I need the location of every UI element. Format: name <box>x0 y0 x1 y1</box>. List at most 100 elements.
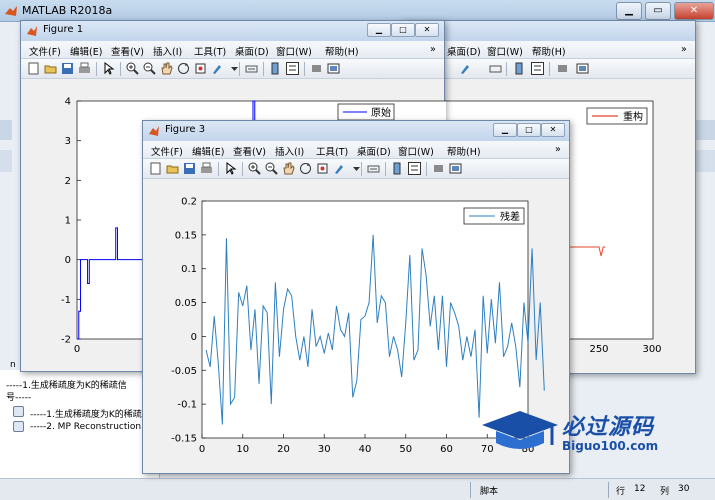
legend-toggle-icon[interactable] <box>408 162 421 175</box>
y-tick-label: 0 <box>191 332 197 343</box>
close-button[interactable]: ✕ <box>415 23 439 37</box>
maximize-button[interactable]: □ <box>517 123 541 137</box>
hide-tools-icon[interactable] <box>556 62 569 75</box>
minimize-button[interactable]: ▁ <box>493 123 517 137</box>
maximize-button[interactable]: ▭ <box>645 2 671 20</box>
side-panel-tab[interactable] <box>0 120 12 140</box>
figure-icon <box>27 26 37 36</box>
legend[interactable]: 重构 <box>586 107 648 125</box>
data-cursor-icon[interactable] <box>194 62 207 75</box>
x-tick-label: 300 <box>642 344 661 355</box>
brush-icon[interactable] <box>459 62 472 75</box>
brush-icon[interactable] <box>211 62 224 75</box>
zoom-in-icon[interactable] <box>248 162 261 175</box>
status-col-label: 列 <box>660 487 670 497</box>
command-text: -----2. MP Reconstruction <box>30 422 142 432</box>
open-file-icon[interactable] <box>44 62 57 75</box>
select-pointer-icon[interactable] <box>102 62 115 75</box>
zoom-out-icon[interactable] <box>265 162 278 175</box>
zoom-in-icon[interactable] <box>126 62 139 75</box>
command-window[interactable]: -----1.生成稀疏度为K的稀疏信 号----- -----1.生成稀疏度为K… <box>0 370 160 480</box>
close-button[interactable]: ✕ <box>541 123 565 137</box>
watermark-url: Biguo100.com <box>562 439 659 453</box>
colorbar-icon[interactable] <box>513 62 526 75</box>
menu-tools[interactable]: 工具(T) <box>194 44 226 58</box>
x-tick-label: 250 <box>589 344 608 355</box>
hide-tools-icon[interactable] <box>310 62 323 75</box>
y-tick-label: -0.15 <box>171 434 197 445</box>
figure-icon <box>149 126 159 136</box>
save-icon[interactable] <box>61 62 74 75</box>
show-tools-icon[interactable] <box>576 62 589 75</box>
y-tick-label: 4 <box>65 97 71 108</box>
select-pointer-icon[interactable] <box>224 162 237 175</box>
pan-hand-icon[interactable] <box>282 162 295 175</box>
status-bar: 脚本 行 12 列 30 <box>0 478 715 500</box>
minimize-button[interactable]: ▁ <box>616 2 642 20</box>
data-cursor-icon[interactable] <box>316 162 329 175</box>
menu-edit[interactable]: 编辑(E) <box>192 144 224 158</box>
legend-toggle-icon[interactable] <box>531 62 544 75</box>
rotate-3d-icon[interactable] <box>299 162 312 175</box>
rotate-3d-icon[interactable] <box>177 62 190 75</box>
figure-menu-bar: 文件(F) 编辑(E) 查看(V) 插入(I) 工具(T) 桌面(D) 窗口(W) 帮助(H)… <box>21 41 444 59</box>
menu-view[interactable]: 查看(V) <box>111 44 144 58</box>
menu-overflow-icon[interactable]: » <box>430 44 436 55</box>
x-tick-label: 30 <box>318 444 331 455</box>
menu-file[interactable]: 文件(F) <box>151 144 183 158</box>
right-panel-tab[interactable] <box>696 150 715 172</box>
hide-tools-icon[interactable] <box>432 162 445 175</box>
pan-hand-icon[interactable] <box>160 62 173 75</box>
show-tools-icon[interactable] <box>327 62 340 75</box>
menu-help[interactable]: 帮助(H) <box>325 44 359 58</box>
legend-toggle-icon[interactable] <box>286 62 299 75</box>
menu-window[interactable]: 窗口(W) <box>276 44 312 58</box>
menu-help[interactable]: 帮助(H) <box>532 44 566 58</box>
side-panel-tab[interactable] <box>0 150 12 172</box>
save-icon[interactable] <box>183 162 196 175</box>
menu-insert[interactable]: 插入(I) <box>275 144 304 158</box>
menu-tools[interactable]: 工具(T) <box>316 144 348 158</box>
menu-window[interactable]: 窗口(W) <box>487 44 523 58</box>
open-file-icon[interactable] <box>166 162 179 175</box>
link-icon[interactable] <box>489 62 502 75</box>
colorbar-icon[interactable] <box>391 162 404 175</box>
link-icon[interactable] <box>245 62 258 75</box>
figure-toolbar <box>21 59 444 79</box>
figure-menu-bar: 桌面(D) 窗口(W) 帮助(H) » <box>401 41 695 59</box>
menu-desktop[interactable]: 桌面(D) <box>357 144 391 158</box>
menu-overflow-icon[interactable]: » <box>555 144 561 155</box>
legend[interactable]: 原始 <box>337 103 395 121</box>
new-figure-icon[interactable] <box>149 162 162 175</box>
brush-icon[interactable] <box>333 162 346 175</box>
menu-help[interactable]: 帮助(H) <box>447 144 481 158</box>
print-icon[interactable] <box>200 162 213 175</box>
zoom-out-icon[interactable] <box>143 62 156 75</box>
right-panel-tab[interactable] <box>696 120 715 140</box>
menu-overflow-icon[interactable]: » <box>681 44 687 55</box>
menu-file[interactable]: 文件(F) <box>29 44 61 58</box>
minimize-button[interactable]: ▁ <box>367 23 391 37</box>
y-tick-label: 0.05 <box>175 298 197 309</box>
menu-edit[interactable]: 编辑(E) <box>70 44 102 58</box>
command-text: 号----- <box>6 393 32 403</box>
menu-desktop[interactable]: 桌面(D) <box>447 44 481 58</box>
show-tools-icon[interactable] <box>449 162 462 175</box>
new-figure-icon[interactable] <box>27 62 40 75</box>
colorbar-icon[interactable] <box>269 62 282 75</box>
menu-window[interactable]: 窗口(W) <box>398 144 434 158</box>
maximize-button[interactable]: □ <box>391 23 415 37</box>
close-button[interactable]: ✕ <box>674 2 714 20</box>
x-tick-label: 0 <box>74 344 80 355</box>
link-icon[interactable] <box>367 162 380 175</box>
script-icon <box>13 421 24 432</box>
menu-desktop[interactable]: 桌面(D) <box>235 44 269 58</box>
x-tick-label: 60 <box>440 444 453 455</box>
menu-view[interactable]: 查看(V) <box>233 144 266 158</box>
legend[interactable]: 残差 <box>463 207 525 225</box>
figure-title-bar <box>401 21 695 41</box>
y-tick-label: 1 <box>65 216 71 227</box>
menu-insert[interactable]: 插入(I) <box>153 44 182 58</box>
print-icon[interactable] <box>78 62 91 75</box>
figure-title-bar: Figure 1 ▁ □ ✕ <box>21 21 444 41</box>
